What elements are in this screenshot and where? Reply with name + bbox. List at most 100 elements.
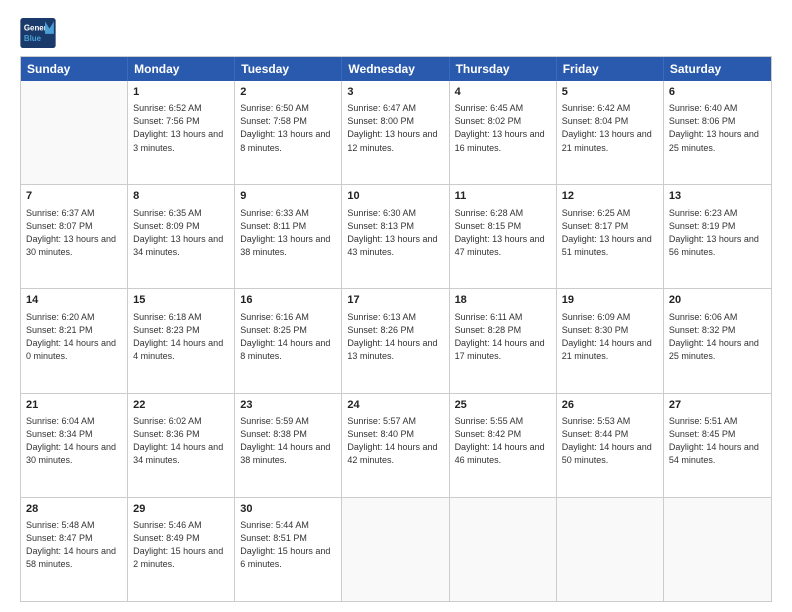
calendar-cell: 28 Sunrise: 5:48 AMSunset: 8:47 PMDayligh… bbox=[21, 498, 128, 601]
weekday-header: Wednesday bbox=[342, 57, 449, 81]
cell-daylight-info: Sunrise: 6:16 AMSunset: 8:25 PMDaylight:… bbox=[240, 311, 336, 363]
day-number: 14 bbox=[26, 293, 122, 308]
calendar-cell: 22 Sunrise: 6:02 AMSunset: 8:36 PMDayligh… bbox=[128, 394, 235, 497]
cell-daylight-info: Sunrise: 6:37 AMSunset: 8:07 PMDaylight:… bbox=[26, 207, 122, 259]
day-number: 22 bbox=[133, 398, 229, 413]
cell-daylight-info: Sunrise: 5:51 AMSunset: 8:45 PMDaylight:… bbox=[669, 415, 766, 467]
cell-daylight-info: Sunrise: 6:35 AMSunset: 8:09 PMDaylight:… bbox=[133, 207, 229, 259]
day-number: 15 bbox=[133, 293, 229, 308]
cell-daylight-info: Sunrise: 6:40 AMSunset: 8:06 PMDaylight:… bbox=[669, 102, 766, 154]
cell-daylight-info: Sunrise: 6:13 AMSunset: 8:26 PMDaylight:… bbox=[347, 311, 443, 363]
calendar-cell: 3Sunrise: 6:47 AMSunset: 8:00 PMDaylight… bbox=[342, 81, 449, 184]
calendar-cell: 18 Sunrise: 6:11 AMSunset: 8:28 PMDayligh… bbox=[450, 289, 557, 392]
cell-daylight-info: Sunrise: 6:11 AMSunset: 8:28 PMDaylight:… bbox=[455, 311, 551, 363]
calendar-cell: 10 Sunrise: 6:30 AMSunset: 8:13 PMDayligh… bbox=[342, 185, 449, 288]
calendar-week-row: 28 Sunrise: 5:48 AMSunset: 8:47 PMDayligh… bbox=[21, 498, 771, 601]
weekday-header: Thursday bbox=[450, 57, 557, 81]
cell-daylight-info: Sunrise: 6:09 AMSunset: 8:30 PMDaylight:… bbox=[562, 311, 658, 363]
cell-daylight-info: Sunrise: 5:55 AMSunset: 8:42 PMDaylight:… bbox=[455, 415, 551, 467]
cell-daylight-info: Sunrise: 6:28 AMSunset: 8:15 PMDaylight:… bbox=[455, 207, 551, 259]
day-number: 23 bbox=[240, 398, 336, 413]
calendar-cell: 21 Sunrise: 6:04 AMSunset: 8:34 PMDayligh… bbox=[21, 394, 128, 497]
calendar-cell: 26 Sunrise: 5:53 AMSunset: 8:44 PMDayligh… bbox=[557, 394, 664, 497]
day-number: 10 bbox=[347, 189, 443, 204]
calendar-week-row: 1Sunrise: 6:52 AMSunset: 7:56 PMDaylight… bbox=[21, 81, 771, 185]
calendar-cell: 30 Sunrise: 5:44 AMSunset: 8:51 PMDayligh… bbox=[235, 498, 342, 601]
calendar-cell: 14 Sunrise: 6:20 AMSunset: 8:21 PMDayligh… bbox=[21, 289, 128, 392]
day-number: 8 bbox=[133, 189, 229, 204]
calendar-week-row: 21 Sunrise: 6:04 AMSunset: 8:34 PMDayligh… bbox=[21, 394, 771, 498]
calendar-cell: 23 Sunrise: 5:59 AMSunset: 8:38 PMDayligh… bbox=[235, 394, 342, 497]
logo-icon: General Blue bbox=[20, 18, 56, 48]
calendar-cell: 25 Sunrise: 5:55 AMSunset: 8:42 PMDayligh… bbox=[450, 394, 557, 497]
day-number: 30 bbox=[240, 502, 336, 517]
cell-daylight-info: Sunrise: 6:23 AMSunset: 8:19 PMDaylight:… bbox=[669, 207, 766, 259]
calendar-cell: 27 Sunrise: 5:51 AMSunset: 8:45 PMDayligh… bbox=[664, 394, 771, 497]
weekday-header: Tuesday bbox=[235, 57, 342, 81]
calendar-cell bbox=[664, 498, 771, 601]
cell-daylight-info: Sunrise: 6:25 AMSunset: 8:17 PMDaylight:… bbox=[562, 207, 658, 259]
calendar-cell bbox=[21, 81, 128, 184]
calendar-cell: 13 Sunrise: 6:23 AMSunset: 8:19 PMDayligh… bbox=[664, 185, 771, 288]
cell-daylight-info: Sunrise: 5:59 AMSunset: 8:38 PMDaylight:… bbox=[240, 415, 336, 467]
cell-daylight-info: Sunrise: 5:46 AMSunset: 8:49 PMDaylight:… bbox=[133, 519, 229, 571]
day-number: 13 bbox=[669, 189, 766, 204]
calendar-cell: 8 Sunrise: 6:35 AMSunset: 8:09 PMDaylight… bbox=[128, 185, 235, 288]
day-number: 25 bbox=[455, 398, 551, 413]
calendar-header: SundayMondayTuesdayWednesdayThursdayFrid… bbox=[21, 57, 771, 81]
day-number: 9 bbox=[240, 189, 336, 204]
calendar-cell: 29 Sunrise: 5:46 AMSunset: 8:49 PMDayligh… bbox=[128, 498, 235, 601]
calendar-cell: 4 Sunrise: 6:45 AMSunset: 8:02 PMDaylight… bbox=[450, 81, 557, 184]
day-number: 11 bbox=[455, 189, 551, 204]
day-number: 7 bbox=[26, 189, 122, 204]
calendar-cell: 19 Sunrise: 6:09 AMSunset: 8:30 PMDayligh… bbox=[557, 289, 664, 392]
day-number: 19 bbox=[562, 293, 658, 308]
cell-daylight-info: Sunrise: 6:06 AMSunset: 8:32 PMDaylight:… bbox=[669, 311, 766, 363]
day-number: 18 bbox=[455, 293, 551, 308]
cell-daylight-info: Sunrise: 6:20 AMSunset: 8:21 PMDaylight:… bbox=[26, 311, 122, 363]
day-number: 27 bbox=[669, 398, 766, 413]
weekday-header: Sunday bbox=[21, 57, 128, 81]
weekday-header: Monday bbox=[128, 57, 235, 81]
day-number: 16 bbox=[240, 293, 336, 308]
cell-daylight-info: Sunrise: 6:04 AMSunset: 8:34 PMDaylight:… bbox=[26, 415, 122, 467]
cell-daylight-info: Sunrise: 6:50 AMSunset: 7:58 PMDaylight:… bbox=[240, 102, 336, 154]
calendar-cell: 24 Sunrise: 5:57 AMSunset: 8:40 PMDayligh… bbox=[342, 394, 449, 497]
page-header: General Blue bbox=[20, 18, 772, 48]
day-number: 4 bbox=[455, 85, 551, 100]
cell-daylight-info: Sunrise: 5:57 AMSunset: 8:40 PMDaylight:… bbox=[347, 415, 443, 467]
cell-daylight-info: Sunrise: 6:42 AMSunset: 8:04 PMDaylight:… bbox=[562, 102, 658, 154]
cell-daylight-info: Sunrise: 6:45 AMSunset: 8:02 PMDaylight:… bbox=[455, 102, 551, 154]
calendar-cell: 9 Sunrise: 6:33 AMSunset: 8:11 PMDaylight… bbox=[235, 185, 342, 288]
svg-text:Blue: Blue bbox=[24, 34, 42, 43]
calendar-cell: 20 Sunrise: 6:06 AMSunset: 8:32 PMDayligh… bbox=[664, 289, 771, 392]
cell-daylight-info: Sunrise: 5:53 AMSunset: 8:44 PMDaylight:… bbox=[562, 415, 658, 467]
calendar-cell: 12 Sunrise: 6:25 AMSunset: 8:17 PMDayligh… bbox=[557, 185, 664, 288]
cell-daylight-info: Sunrise: 6:52 AMSunset: 7:56 PMDaylight:… bbox=[133, 102, 229, 154]
calendar-cell: 1Sunrise: 6:52 AMSunset: 7:56 PMDaylight… bbox=[128, 81, 235, 184]
calendar-cell bbox=[450, 498, 557, 601]
day-number: 5 bbox=[562, 85, 658, 100]
cell-daylight-info: Sunrise: 6:02 AMSunset: 8:36 PMDaylight:… bbox=[133, 415, 229, 467]
day-number: 24 bbox=[347, 398, 443, 413]
calendar-cell: 15 Sunrise: 6:18 AMSunset: 8:23 PMDayligh… bbox=[128, 289, 235, 392]
day-number: 29 bbox=[133, 502, 229, 517]
calendar-cell: 16 Sunrise: 6:16 AMSunset: 8:25 PMDayligh… bbox=[235, 289, 342, 392]
calendar-week-row: 14 Sunrise: 6:20 AMSunset: 8:21 PMDayligh… bbox=[21, 289, 771, 393]
cell-daylight-info: Sunrise: 5:44 AMSunset: 8:51 PMDaylight:… bbox=[240, 519, 336, 571]
calendar-cell bbox=[342, 498, 449, 601]
calendar-week-row: 7 Sunrise: 6:37 AMSunset: 8:07 PMDaylight… bbox=[21, 185, 771, 289]
day-number: 20 bbox=[669, 293, 766, 308]
day-number: 6 bbox=[669, 85, 766, 100]
cell-daylight-info: Sunrise: 6:33 AMSunset: 8:11 PMDaylight:… bbox=[240, 207, 336, 259]
day-number: 26 bbox=[562, 398, 658, 413]
calendar-cell: 2 Sunrise: 6:50 AMSunset: 7:58 PMDaylight… bbox=[235, 81, 342, 184]
day-number: 21 bbox=[26, 398, 122, 413]
calendar-cell: 5 Sunrise: 6:42 AMSunset: 8:04 PMDaylight… bbox=[557, 81, 664, 184]
day-number: 28 bbox=[26, 502, 122, 517]
day-number: 12 bbox=[562, 189, 658, 204]
cell-daylight-info: Sunrise: 5:48 AMSunset: 8:47 PMDaylight:… bbox=[26, 519, 122, 571]
day-number: 2 bbox=[240, 85, 336, 100]
cell-daylight-info: Sunrise: 6:18 AMSunset: 8:23 PMDaylight:… bbox=[133, 311, 229, 363]
cell-daylight-info: Sunrise: 6:30 AMSunset: 8:13 PMDaylight:… bbox=[347, 207, 443, 259]
